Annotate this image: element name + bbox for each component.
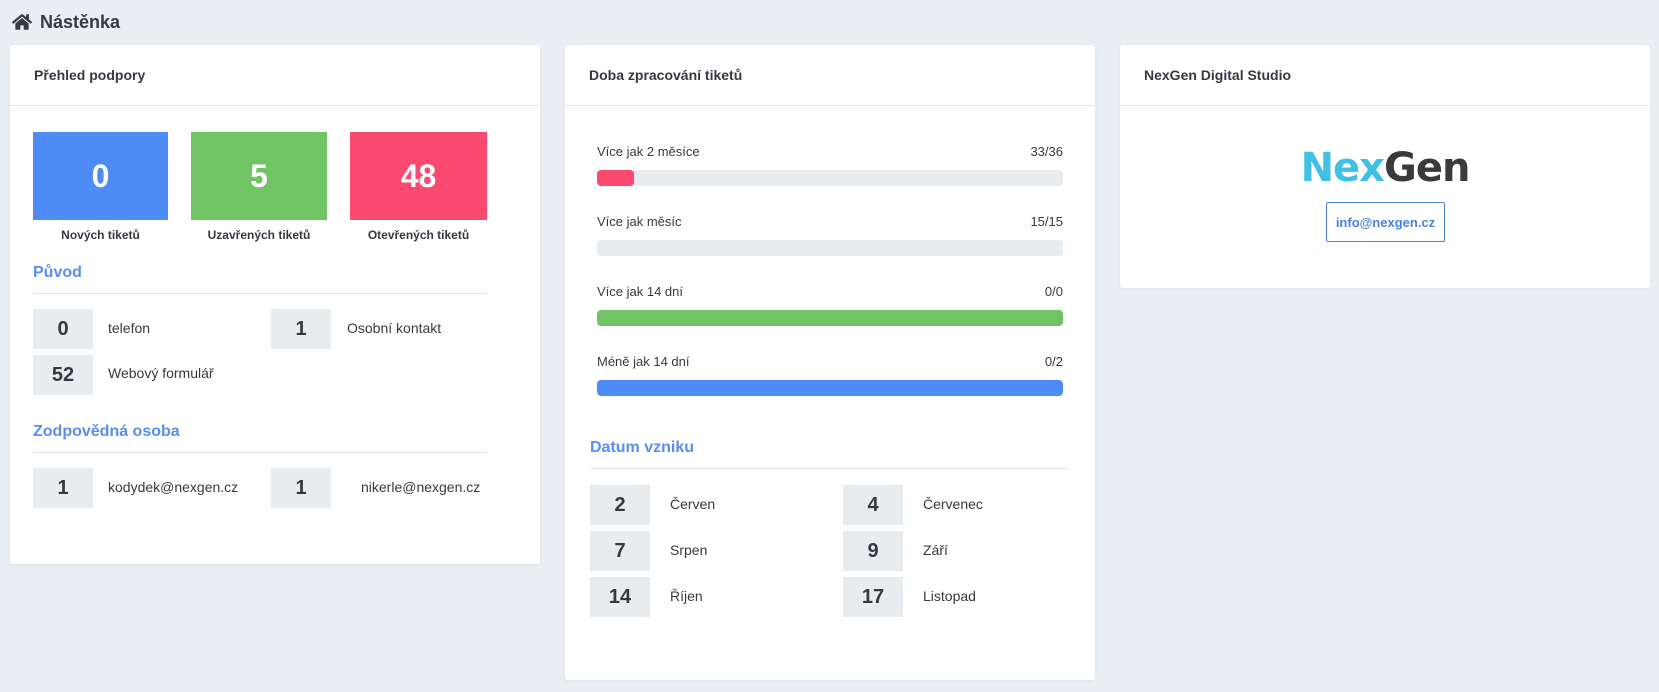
created-month: Červenec <box>923 496 983 512</box>
page-header: Nástěnka <box>12 10 120 34</box>
divider <box>33 293 487 294</box>
progress-bar-fill <box>597 380 1063 396</box>
created-month: Červen <box>670 496 716 512</box>
created-count: 7 <box>590 531 650 571</box>
bar-value: 33/36 <box>1030 144 1063 159</box>
home-icon <box>12 14 32 30</box>
email-button[interactable]: info@nexgen.cz <box>1326 202 1445 242</box>
bar-value: 0/2 <box>1044 354 1063 369</box>
created-count: 17 <box>843 577 903 617</box>
divider <box>590 468 1069 469</box>
created-section-title: Datum vzniku <box>590 439 695 456</box>
responsible-count: 1 <box>271 468 331 508</box>
responsible-section-title: Zodpovědná osoba <box>33 423 180 440</box>
divider <box>33 452 487 453</box>
origin-webform-label: Webový formulář <box>108 365 214 381</box>
bar-label: Méně jak 14 dní <box>597 354 690 369</box>
responsible-email: nikerle@nexgen.cz <box>361 479 481 495</box>
new-tickets-count[interactable]: 0 <box>33 132 168 220</box>
progress-bar <box>597 240 1063 256</box>
progress-bar <box>597 380 1063 396</box>
processing-time-card: Doba zpracování tiketů Více jak 2 měsíce… <box>565 45 1095 680</box>
bar-label: Více jak 14 dní <box>597 284 683 299</box>
origin-phone-count: 0 <box>33 309 93 349</box>
card-title: Doba zpracování tiketů <box>565 45 1095 106</box>
created-month: Listopad <box>923 588 976 604</box>
progress-bar <box>597 170 1063 186</box>
created-month: Srpen <box>670 542 708 558</box>
open-tickets-count[interactable]: 48 <box>350 132 487 220</box>
origin-webform-count: 52 <box>33 355 93 395</box>
origin-phone-label: telefon <box>108 320 151 336</box>
origin-section-title: Původ <box>33 264 82 281</box>
origin-personal-label: Osobní kontakt <box>347 320 442 336</box>
created-month: Září <box>923 542 948 558</box>
created-count: 2 <box>590 485 650 525</box>
closed-tickets-label: Uzavřených tiketů <box>207 228 311 242</box>
card-title: NexGen Digital Studio <box>1120 45 1650 106</box>
created-count: 4 <box>843 485 903 525</box>
progress-bar-fill <box>597 170 635 186</box>
company-card: NexGen Digital Studio NexGen info@nexgen… <box>1120 45 1650 288</box>
created-count: 14 <box>590 577 650 617</box>
bar-label: Více jak 2 měsíce <box>597 144 700 159</box>
progress-bar-fill <box>597 310 1063 326</box>
bar-value: 0/0 <box>1044 284 1063 299</box>
support-overview-card: Přehled podpory 0 5 48 Nových tiketů Uza… <box>10 45 540 564</box>
created-count: 9 <box>843 531 903 571</box>
created-month: Říjen <box>670 588 703 604</box>
open-tickets-label: Otevřených tiketů <box>367 228 470 242</box>
closed-tickets-count[interactable]: 5 <box>191 132 327 220</box>
logo-part: Gen <box>1383 145 1470 191</box>
company-logo: NexGen <box>1120 145 1650 191</box>
responsible-email: kodydek@nexgen.cz <box>108 479 239 495</box>
responsible-count: 1 <box>33 468 93 508</box>
bar-label: Více jak měsíc <box>597 214 682 229</box>
logo-part: Nex <box>1300 145 1385 191</box>
page-title: Nástěnka <box>40 11 121 32</box>
card-title: Přehled podpory <box>10 45 540 106</box>
new-tickets-label: Nových tiketů <box>61 228 140 242</box>
origin-personal-count: 1 <box>271 309 331 349</box>
progress-bar <box>597 310 1063 326</box>
bar-value: 15/15 <box>1030 214 1063 229</box>
